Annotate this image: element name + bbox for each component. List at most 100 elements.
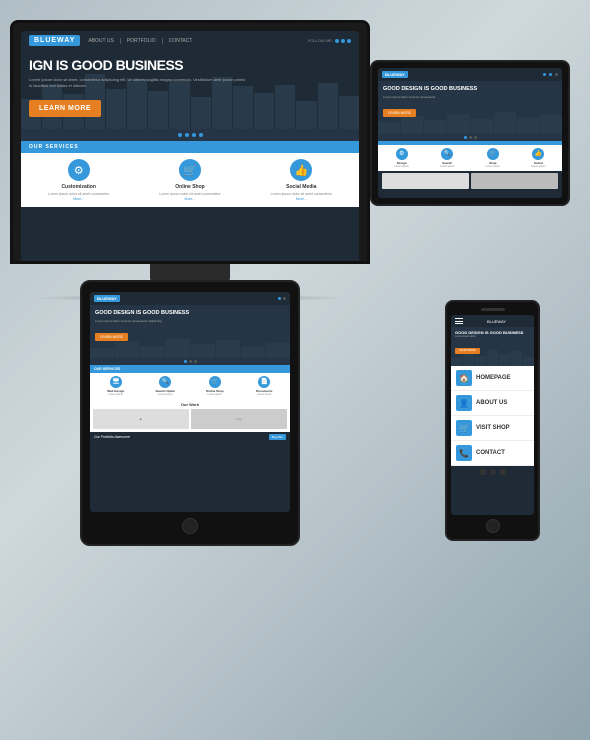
building (254, 93, 274, 129)
building (318, 83, 338, 129)
building (106, 89, 126, 129)
about-icon: 👤 (456, 395, 472, 411)
nav-links: ABOUT US PORTFOLIO CONTACT (88, 38, 198, 44)
nav-contact[interactable]: CONTACT (169, 38, 199, 44)
phone-home-circle[interactable] (490, 469, 496, 475)
site-nav: BLUEWAY ABOUT US PORTFOLIO CONTACT FOLLO… (21, 31, 359, 50)
hamburger-icon[interactable] (455, 318, 463, 324)
services-label: OUR SERVICES (21, 141, 359, 153)
customization-icon: ⚙ (68, 159, 90, 181)
social-dot-3[interactable] (347, 39, 351, 43)
tablet-l-portfolio-items (382, 173, 558, 189)
tablet-p-dots (90, 358, 290, 365)
tablet-l-dots (543, 73, 558, 76)
tablet-portrait-screen: BLUEWAY (90, 292, 290, 512)
tablet-p-service-4: 📄 Documents Lorem ipsum (241, 376, 289, 396)
contact-label: CONTACT (476, 450, 505, 456)
building (191, 97, 211, 129)
tablet-landscape-frame: BLUEWAY (370, 60, 570, 206)
tablet-p-portfolio: Our Work ▶ img (90, 399, 290, 432)
tablet-l-hero: GOOD DESIGN IS GOOD BUSINESS Lorem ipsum… (378, 81, 562, 134)
tablet-l-logo: BLUEWAY (382, 71, 408, 78)
slider-dot-1[interactable] (178, 133, 182, 137)
tablet-p-cta[interactable]: LEARN MORE (95, 333, 128, 341)
tablet-l-portfolio-row (378, 171, 562, 191)
portfolio-grid: ▶ img (93, 409, 287, 429)
building (148, 91, 168, 129)
service-link-shop[interactable]: More... (136, 197, 243, 201)
follow-me: FOLLOW ME: (308, 38, 351, 43)
tablet-landscape-device: BLUEWAY (370, 60, 570, 206)
nav-about[interactable]: ABOUT US (88, 38, 120, 44)
contact-icon: 📞 (456, 445, 472, 461)
phone-hero-text: Lorem ipsum dolor (455, 335, 530, 338)
portfolio-thumb-1 (382, 173, 469, 189)
about-label: ABOUT US (476, 400, 507, 406)
tablet-l-hero-title: GOOD DESIGN IS GOOD BUSINESS (383, 86, 557, 93)
phone-home-button[interactable] (486, 519, 500, 533)
phone-cta[interactable]: LEARN MORE (455, 348, 480, 354)
phone-hero: GOOD DESIGN IS GOOD BUSINESS Lorem ipsum… (451, 327, 534, 366)
tablet-p-nav-dots (278, 297, 286, 300)
learn-more-button[interactable]: LEARN MORE (29, 100, 101, 117)
tablet-p-service-1: 🖥 Web Design Lorem ipsum (92, 376, 140, 396)
tablet-l-services: ⚙ Design Lorem ipsum 🔍 Search Lorem ipsu… (378, 145, 562, 171)
tablet-l-icon-1: ⚙ (396, 148, 408, 160)
phone-menu-about[interactable]: 👤 ABOUT US (451, 391, 534, 416)
building (233, 86, 253, 129)
portfolio-thumb-2 (471, 173, 558, 189)
service-item-shop: 🛒 Online Shop Lorem ipsum dolor sit amet… (136, 159, 243, 201)
tablet-p-logo: BLUEWAY (94, 295, 120, 302)
portfolio-title: Our Work (93, 402, 287, 407)
phone-menu-homepage[interactable]: 🏠 HOMEPAGE (451, 366, 534, 391)
building (275, 85, 295, 129)
tablet-p-nav: BLUEWAY (90, 292, 290, 305)
tablet-l-service-2: 🔍 Search Lorem ipsum (426, 148, 470, 168)
shop-icon: 🛒 (179, 159, 201, 181)
shop-label: VISIT SHOP (476, 425, 510, 431)
tablet-p-hero-text: Lorem ipsum dolor sit amet consectetur a… (95, 319, 285, 323)
tablet-l-nav: BLUEWAY (378, 68, 562, 81)
social-dot-1[interactable] (335, 39, 339, 43)
tablet-l-service-1: ⚙ Design Lorem ipsum (380, 148, 424, 168)
service-link-customization[interactable]: More... (25, 197, 132, 201)
slider-dots (21, 129, 359, 141)
slider-dot-2[interactable] (185, 133, 189, 137)
phone-menu-contact[interactable]: 📞 CONTACT (451, 441, 534, 466)
portfolio-bar-btn[interactable]: Blue Btn (269, 434, 286, 440)
phone-menu-shop[interactable]: 🛒 VISIT SHOP (451, 416, 534, 441)
phone-frame: BLUEWAY GOOD DESIGN IS GOOD BUSINESS (445, 300, 540, 541)
nav-portfolio[interactable]: PORTFOLIO (127, 38, 163, 44)
tablet-l-hero-text: Lorem ipsum dolor sit amet consectetur (383, 95, 557, 99)
tablet-p-hero-title: GOOD DESIGN IS GOOD BUSINESS (95, 310, 285, 317)
scene: BLUEWAY ABOUT US PORTFOLIO CONTACT FOLLO… (0, 0, 590, 740)
phone-speaker (481, 308, 505, 311)
service-name-social: Social Media (248, 184, 355, 190)
tablet-l-slider-dots (378, 134, 562, 141)
phone-screen: BLUEWAY GOOD DESIGN IS GOOD BUSINESS (451, 315, 534, 515)
homepage-icon: 🏠 (456, 370, 472, 386)
service-link-social[interactable]: More... (248, 197, 355, 201)
social-dot-2[interactable] (341, 39, 345, 43)
homepage-label: HOMEPAGE (476, 375, 511, 381)
tablet-p-services: 🖥 Web Design Lorem ipsum 🔍 Search Optim … (90, 373, 290, 399)
portfolio-item-2[interactable]: img (191, 409, 287, 429)
hero-title: IGN IS GOOD BUSINESS (29, 58, 351, 73)
tablet-l-icon-3: 🛒 (487, 148, 499, 160)
service-item-customization: ⚙ Customization Lorem ipsum dolor sit am… (25, 159, 132, 201)
shop-icon: 🛒 (456, 420, 472, 436)
phone-forward-btn[interactable] (500, 469, 506, 475)
tablet-home-button[interactable] (182, 518, 198, 534)
tablet-l-cta[interactable]: LEARN MORE (383, 109, 416, 117)
slider-dot-4[interactable] (199, 133, 203, 137)
monitor-frame: BLUEWAY ABOUT US PORTFOLIO CONTACT FOLLO… (10, 20, 370, 264)
phone-back-btn[interactable] (480, 469, 486, 475)
tablet-p-services-label: OUR SERVICES (90, 365, 290, 373)
slider-dot-3[interactable] (192, 133, 196, 137)
tablet-p-service-3: 🛒 Online Shop Lorem ipsum (191, 376, 239, 396)
service-name-shop: Online Shop (136, 184, 243, 190)
portfolio-item-1[interactable]: ▶ (93, 409, 189, 429)
services-row: ⚙ Customization Lorem ipsum dolor sit am… (21, 153, 359, 207)
phone-device: BLUEWAY GOOD DESIGN IS GOOD BUSINESS (445, 300, 540, 541)
phone-logo: BLUEWAY (487, 319, 506, 324)
